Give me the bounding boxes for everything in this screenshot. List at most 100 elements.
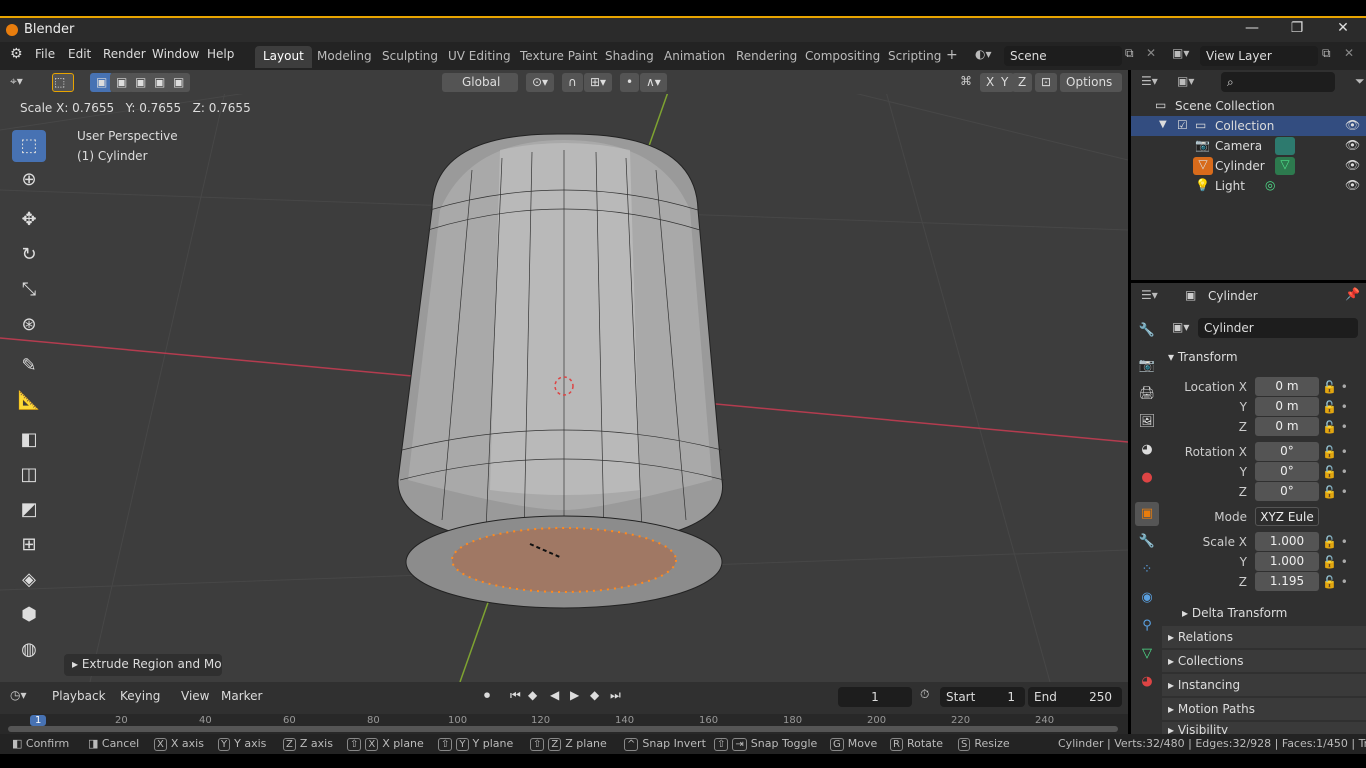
measure-tool-icon[interactable]: 📐 (12, 385, 46, 417)
scale-y-field[interactable]: 1.000 (1255, 552, 1319, 571)
jump-start-icon[interactable]: ⏮ (510, 688, 521, 703)
transform-orientation-dropdown[interactable]: Global (442, 73, 518, 92)
annotate-tool-icon[interactable]: ✎ (12, 350, 46, 382)
delta-transform-panel[interactable]: ▸ Delta Transform (1176, 602, 1366, 624)
minimize-button[interactable]: — (1240, 20, 1264, 40)
select-mode-intersect-icon[interactable]: ▣ (167, 73, 191, 92)
view-layer-new-icon[interactable]: ⧉ (1322, 46, 1331, 61)
object-name-field[interactable]: Cylinder (1198, 318, 1358, 338)
collections-panel[interactable]: ▸ Collections (1162, 650, 1366, 672)
axis-z-toggle[interactable]: Z (1012, 73, 1033, 92)
location-y-field[interactable]: 0 m (1255, 397, 1319, 416)
scene-tab-icon[interactable]: ◕ (1135, 438, 1159, 462)
next-keyframe-icon[interactable]: ◆ (590, 688, 599, 702)
tab-sculpting[interactable]: Sculpting (374, 46, 446, 68)
pivot-point-icon[interactable]: ⊙▾ (526, 73, 555, 92)
tool-tab-icon[interactable]: 🔧 (1135, 319, 1159, 343)
lock-icon[interactable]: 🔓 • (1322, 535, 1348, 549)
keying-menu[interactable]: Keying (120, 689, 160, 703)
lock-icon[interactable]: 🔓 • (1322, 420, 1348, 434)
instancing-panel[interactable]: ▸ Instancing (1162, 674, 1366, 696)
outliner-row-light[interactable]: 💡 Light ◎ 👁 (1131, 176, 1366, 196)
properties-editor-icon[interactable]: ☰▾ (1141, 288, 1158, 302)
jump-end-icon[interactable]: ⏭ (610, 688, 621, 703)
tab-texture-paint[interactable]: Texture Paint (512, 46, 605, 68)
material-tab-icon[interactable]: ◕ (1135, 670, 1159, 694)
outliner-search-input[interactable]: ⌕ (1221, 72, 1335, 92)
camera-data-icon[interactable] (1275, 137, 1295, 155)
play-reverse-icon[interactable]: ◀ (550, 688, 559, 702)
light-data-icon[interactable]: ◎ (1265, 178, 1275, 192)
visibility-eye-icon[interactable]: 👁 (1345, 178, 1360, 192)
view-layer-icon[interactable]: ▣▾ (1172, 46, 1189, 60)
location-z-field[interactable]: 0 m (1255, 417, 1319, 436)
start-frame-field[interactable]: Start 1 (940, 687, 1025, 707)
pin-icon[interactable]: 📌 (1345, 287, 1360, 301)
tab-rendering[interactable]: Rendering (728, 46, 805, 68)
current-frame-field[interactable]: 1 (838, 687, 912, 707)
mirror-icon[interactable]: ⌘ (960, 74, 972, 88)
mesh-data-icon[interactable]: ▽ (1275, 157, 1295, 175)
tab-shading[interactable]: Shading (597, 46, 662, 68)
cylinder-mesh[interactable] (397, 133, 725, 609)
inset-tool-icon[interactable]: ◫ (12, 459, 46, 491)
physics-tab-icon[interactable]: ◉ (1135, 586, 1159, 610)
data-tab-icon[interactable]: ▽ (1135, 642, 1159, 666)
lock-icon[interactable]: 🔓 • (1322, 380, 1348, 394)
visibility-eye-icon[interactable]: 👁 (1345, 158, 1360, 172)
tab-compositing[interactable]: Compositing (797, 46, 888, 68)
add-workspace-button[interactable]: + (946, 47, 958, 63)
scale-z-field[interactable]: 1.195 (1255, 572, 1319, 591)
display-mode-icon[interactable]: ▣▾ (1177, 74, 1194, 88)
lock-icon[interactable]: 🔓 • (1322, 445, 1348, 459)
proportional-edit-icon[interactable]: • (620, 73, 640, 92)
tab-layout[interactable]: Layout (255, 46, 312, 68)
loop-cut-tool-icon[interactable]: ⊞ (12, 529, 46, 561)
scene-name-field[interactable]: Scene (1004, 46, 1122, 66)
marker-menu[interactable]: Marker (221, 689, 262, 703)
transform-tool-icon[interactable]: ⊛ (12, 309, 46, 341)
tab-uv-editing[interactable]: UV Editing (440, 46, 519, 68)
outliner-row-collection[interactable]: ▼ ☑ ▭ Collection 👁 (1131, 116, 1366, 136)
tab-scripting[interactable]: Scripting (880, 46, 949, 68)
3d-viewport[interactable]: ⌖▾ ⬚ ▣ ▣ ▣ ▣ ▣ Global ⊙▾ ∩ ⊞▾ • ∧▾ ⌘ X Y… (0, 70, 1128, 682)
snap-target-icon[interactable]: ⊞▾ (584, 73, 613, 92)
checkbox-icon[interactable]: ☑ (1177, 118, 1188, 132)
tab-animation[interactable]: Animation (656, 46, 733, 68)
rotate-tool-icon[interactable]: ↻ (12, 239, 46, 271)
scene-icon[interactable]: ◐▾ (975, 47, 992, 61)
select-tool-icon[interactable]: ⬚ (52, 73, 74, 92)
scene-new-icon[interactable]: ⧉ (1125, 46, 1134, 61)
lock-icon[interactable]: 🔓 • (1322, 575, 1348, 589)
snap-icon[interactable]: ∩ (562, 73, 583, 92)
rotation-y-field[interactable]: 0° (1255, 462, 1319, 481)
lock-icon[interactable]: 🔓 • (1322, 400, 1348, 414)
prev-keyframe-icon[interactable]: ◆ (528, 688, 537, 702)
falloff-icon[interactable]: ∧▾ (640, 73, 667, 92)
location-x-field[interactable]: 0 m (1255, 377, 1319, 396)
lock-icon[interactable]: 🔓 • (1322, 465, 1348, 479)
outliner-row-camera[interactable]: 📷 Camera 👁 (1131, 136, 1366, 156)
timeline-editor-icon[interactable]: ◷▾ (10, 688, 27, 702)
options-dropdown[interactable]: Options (1060, 73, 1122, 92)
timeline-scrollbar[interactable] (8, 726, 1118, 732)
record-icon[interactable]: ⏺ (484, 688, 490, 703)
rotation-mode-dropdown[interactable]: XYZ Eule (1255, 507, 1319, 526)
filter-icon[interactable]: ⏷ (1355, 74, 1365, 89)
outliner-row-cylinder[interactable]: ▽ Cylinder ▽ 👁 (1131, 156, 1366, 176)
scale-x-field[interactable]: 1.000 (1255, 532, 1319, 551)
bevel-tool-icon[interactable]: ◩ (12, 494, 46, 526)
expand-icon[interactable]: ▼ (1159, 119, 1167, 130)
lock-icon[interactable]: 🔓 • (1322, 485, 1348, 499)
scene-remove-icon[interactable]: ✕ (1146, 46, 1156, 60)
cursor-tool-icon[interactable]: ⊕ (12, 164, 46, 196)
output-tab-icon[interactable]: 🖨 (1135, 382, 1159, 406)
menu-help[interactable]: Help (207, 47, 234, 61)
playback-menu[interactable]: Playback (52, 689, 106, 703)
knife-tool-icon[interactable]: ◈ (12, 564, 46, 596)
end-frame-field[interactable]: End 250 (1028, 687, 1122, 707)
select-box-tool-icon[interactable]: ⬚ (12, 130, 46, 162)
motion-paths-panel[interactable]: ▸ Motion Paths (1162, 698, 1366, 720)
visibility-eye-icon[interactable]: 👁 (1345, 118, 1360, 132)
constraints-tab-icon[interactable]: ⚲ (1135, 614, 1159, 638)
